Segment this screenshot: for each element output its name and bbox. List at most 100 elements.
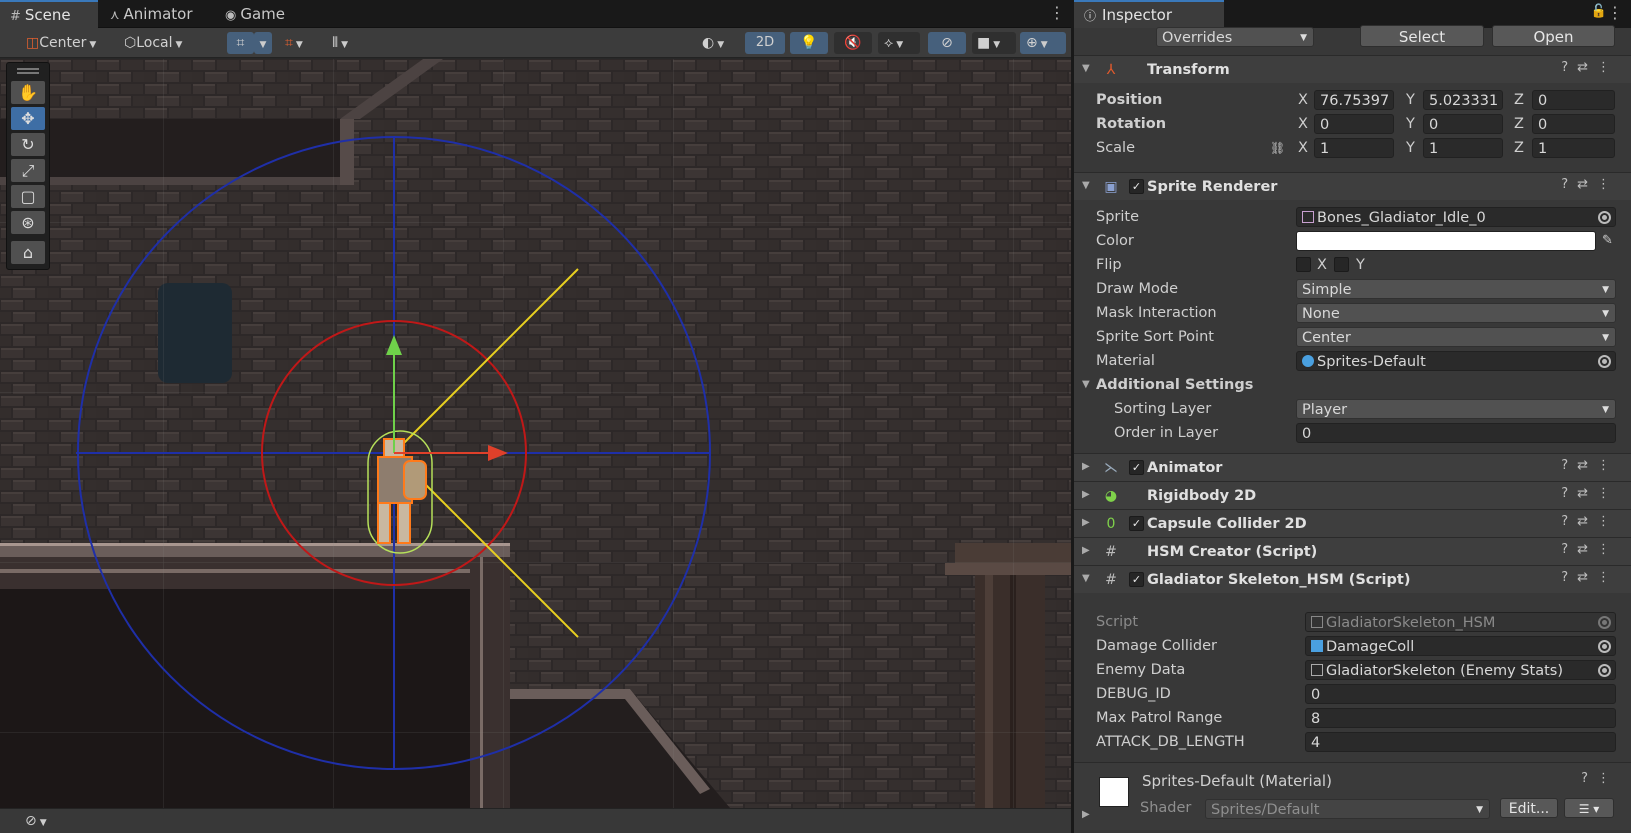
grid-snap-button[interactable]: ⌗: [227, 32, 254, 54]
scene-more-icon[interactable]: ⋮: [1049, 3, 1065, 22]
scale-tool[interactable]: ⤢: [11, 159, 45, 182]
component-header-icons[interactable]: ?⇄⋮: [1561, 177, 1619, 192]
sprite-renderer-header[interactable]: ▼ ▣ ✓ Sprite Renderer ?⇄⋮: [1074, 172, 1631, 200]
rotation-x-field[interactable]: 0: [1314, 114, 1394, 134]
foldout-open-icon[interactable]: ▼: [1082, 373, 1090, 397]
scene-toolbar: ◫Center ▼ ⬡Local ▼ ⌗ ▼ ⌗ ▼ ⦀ ▼ ◐ ▼ 2D 💡 🔇 ⟡ ▼ …: [0, 28, 1071, 58]
tab-inspector[interactable]: ⓘ Inspector: [1074, 0, 1224, 28]
audio-toggle[interactable]: 🔇: [834, 32, 872, 54]
additional-settings-row[interactable]: ▼ Additional Settings: [1074, 373, 1631, 397]
foldout-open-icon[interactable]: ▼: [1082, 63, 1090, 74]
lock-icon[interactable]: 🔓: [1591, 4, 1607, 19]
shader-options-button[interactable]: ☰ ▾: [1564, 798, 1614, 818]
grid-snap-dropdown[interactable]: ▼: [254, 32, 272, 54]
order-in-layer-field[interactable]: 0: [1296, 423, 1616, 443]
material-field[interactable]: Sprites-Default: [1296, 351, 1616, 371]
visibility-toggle[interactable]: ⊘: [928, 32, 966, 54]
tab-scene[interactable]: # Scene: [0, 0, 98, 28]
hand-tool[interactable]: ✋: [11, 81, 45, 104]
gizmos-dropdown[interactable]: ⊕ ▼: [1020, 32, 1066, 54]
sorting-layer-dropdown[interactable]: Player ▼: [1296, 399, 1616, 419]
object-picker-icon[interactable]: [1598, 664, 1611, 677]
shader-dropdown[interactable]: Sprites/Default ▼: [1205, 799, 1490, 819]
transform-header[interactable]: ▼ ⅄ Transform ?⇄⋮: [1074, 55, 1631, 83]
shading-mode-button[interactable]: ◐ ▼: [697, 32, 737, 54]
component-header-icons[interactable]: ?⇄⋮: [1561, 542, 1619, 557]
foldout-open-icon[interactable]: ▼: [1082, 573, 1090, 584]
palette-grip[interactable]: [17, 68, 39, 70]
rigidbody-header[interactable]: ▶ ◕ Rigidbody 2D ?⇄⋮: [1074, 481, 1631, 509]
foldout-closed-icon[interactable]: ▶: [1082, 489, 1090, 500]
capsule-collider-enabled-checkbox[interactable]: ✓: [1129, 516, 1144, 531]
camera-dropdown[interactable]: ■ ▼: [972, 32, 1016, 54]
mode-2d-button[interactable]: 2D: [745, 32, 785, 54]
gladiator-script-enabled-checkbox[interactable]: ✓: [1129, 572, 1144, 587]
capsule-collider-header[interactable]: ▶ 0 ✓ Capsule Collider 2D ?⇄⋮: [1074, 509, 1631, 537]
foldout-closed-icon[interactable]: ▶: [1082, 517, 1090, 528]
foldout-closed-icon[interactable]: ▶: [1082, 461, 1090, 472]
position-x-field[interactable]: 76.75397: [1314, 90, 1394, 110]
custom-tool[interactable]: ⌂: [11, 241, 45, 264]
sprite-field[interactable]: Bones_Gladiator_Idle_0: [1296, 207, 1616, 227]
material-header-icons[interactable]: ?⋮: [1581, 771, 1619, 786]
component-header-icons[interactable]: ?⇄⋮: [1561, 486, 1619, 501]
attack-db-length-field[interactable]: 4: [1305, 732, 1616, 752]
component-header-icons[interactable]: ?⇄⋮: [1561, 570, 1619, 585]
scale-y-field[interactable]: 1: [1423, 138, 1503, 158]
script-hash-icon: #: [1105, 572, 1117, 588]
animator-enabled-checkbox[interactable]: ✓: [1129, 460, 1144, 475]
transform-tool[interactable]: ⊛: [11, 211, 45, 234]
foldout-open-icon[interactable]: ▼: [1082, 180, 1090, 191]
pivot-dropdown[interactable]: ◫Center ▼: [22, 32, 114, 54]
object-picker-icon[interactable]: [1598, 355, 1611, 368]
hsm-creator-header[interactable]: ▶ # HSM Creator (Script) ?⇄⋮: [1074, 537, 1631, 565]
flip-x-checkbox[interactable]: [1296, 257, 1311, 272]
effects-toggle[interactable]: ⟡ ▼: [878, 32, 920, 54]
move-tool[interactable]: ✥: [11, 107, 45, 130]
shader-edit-button[interactable]: Edit...: [1500, 798, 1558, 818]
position-row: Position X 76.75397 Y 5.023331 Z 0: [1074, 88, 1631, 112]
scale-z-field[interactable]: 1: [1532, 138, 1615, 158]
color-swatch[interactable]: [1296, 231, 1596, 251]
eyedropper-icon[interactable]: ✎: [1602, 229, 1613, 253]
prefab-select-button[interactable]: Select: [1360, 25, 1484, 47]
ruler-button[interactable]: ⦀ ▼: [327, 32, 369, 54]
flip-y-checkbox[interactable]: [1334, 257, 1349, 272]
patrol-range-field[interactable]: 8: [1305, 708, 1616, 728]
gladiator-script-header[interactable]: ▼ # ✓ Gladiator Skeleton_HSM (Script) ?⇄…: [1074, 565, 1631, 593]
object-picker-icon[interactable]: [1598, 211, 1611, 224]
component-header-icons[interactable]: ?⇄⋮: [1561, 458, 1619, 473]
sort-point-dropdown[interactable]: Center ▼: [1296, 327, 1616, 347]
orientation-dropdown[interactable]: ⊘ ▼: [22, 811, 66, 831]
lighting-toggle[interactable]: 💡: [790, 32, 828, 54]
debug-id-field[interactable]: 0: [1305, 684, 1616, 704]
overrides-dropdown[interactable]: Overrides ▼: [1156, 27, 1314, 47]
mask-interaction-dropdown[interactable]: None ▼: [1296, 303, 1616, 323]
rotation-y-field[interactable]: 0: [1423, 114, 1503, 134]
enemy-data-field[interactable]: GladiatorSkeleton (Enemy Stats): [1305, 660, 1616, 680]
component-header-icons[interactable]: ?⇄⋮: [1561, 60, 1619, 75]
position-z-field[interactable]: 0: [1532, 90, 1615, 110]
object-picker-icon[interactable]: [1598, 640, 1611, 653]
script-row: Script GladiatorSkeleton_HSM: [1074, 610, 1631, 634]
rect-tool[interactable]: ▢: [11, 185, 45, 208]
position-y-field[interactable]: 5.023331: [1423, 90, 1503, 110]
space-dropdown[interactable]: ⬡Local ▼: [121, 32, 201, 54]
increment-snap-button[interactable]: ⌗ ▼: [280, 32, 320, 54]
prefab-open-button[interactable]: Open: [1492, 25, 1615, 47]
tab-animator[interactable]: ⋏ Animator: [100, 0, 212, 28]
sprite-renderer-enabled-checkbox[interactable]: ✓: [1129, 179, 1144, 194]
scene-viewport[interactable]: ✋ ✥ ↻ ⤢ ▢ ⊛ ⌂: [0, 59, 1071, 808]
rotate-tool[interactable]: ↻: [11, 133, 45, 156]
foldout-closed-icon[interactable]: ▶: [1082, 545, 1090, 556]
rotation-z-field[interactable]: 0: [1532, 114, 1615, 134]
damage-collider-field[interactable]: DamageColl: [1305, 636, 1616, 656]
animator-header[interactable]: ▶ ⋋ ✓ Animator ?⇄⋮: [1074, 453, 1631, 481]
inspector-more-icon[interactable]: ⋮: [1607, 3, 1623, 22]
foldout-closed-icon[interactable]: ▶: [1082, 809, 1090, 820]
tab-game[interactable]: ◉ Game: [215, 0, 315, 28]
constrain-proportions-icon[interactable]: ⛓: [1270, 136, 1285, 160]
component-header-icons[interactable]: ?⇄⋮: [1561, 514, 1619, 529]
scale-x-field[interactable]: 1: [1314, 138, 1394, 158]
draw-mode-dropdown[interactable]: Simple ▼: [1296, 279, 1616, 299]
